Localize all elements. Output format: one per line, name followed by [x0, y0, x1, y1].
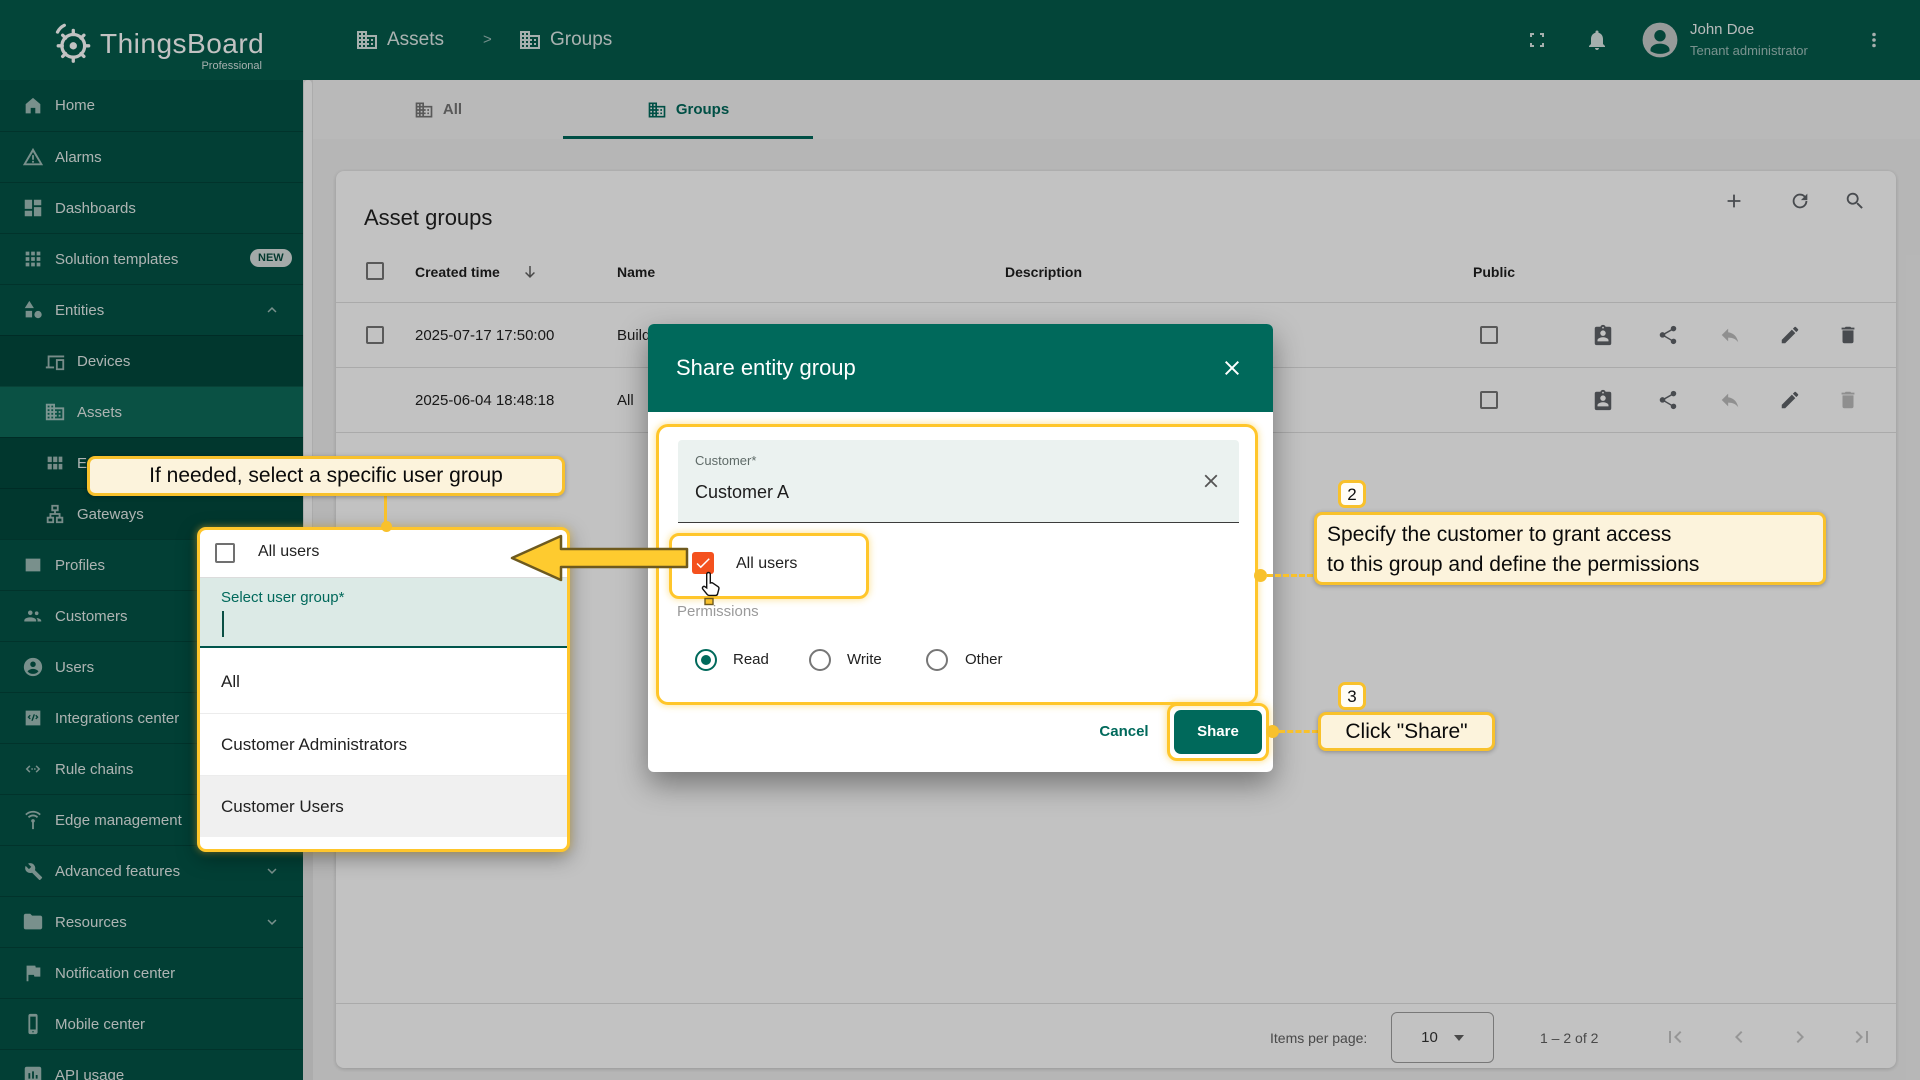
annotation-step2-number: 2: [1338, 480, 1366, 508]
select-user-group-field[interactable]: Select user group*: [200, 578, 567, 648]
close-icon[interactable]: [1220, 356, 1244, 380]
radio-read-label[interactable]: Read: [733, 649, 769, 671]
pointer-arrow: [503, 534, 693, 582]
radio-write[interactable]: [809, 649, 831, 671]
annotation-connector: [384, 496, 387, 524]
text-caret: [222, 611, 224, 637]
share-entity-group-dialog: Share entity group Customer* Customer A …: [648, 324, 1273, 772]
customer-field-label: Customer*: [695, 453, 756, 468]
radio-other-label[interactable]: Other: [965, 649, 1003, 671]
radio-write-label[interactable]: Write: [847, 649, 882, 671]
clear-icon[interactable]: [1200, 470, 1222, 492]
dialog-header: Share entity group: [648, 324, 1273, 412]
option-label: Customer Administrators: [221, 735, 407, 755]
option-customer-users[interactable]: Customer Users: [200, 775, 567, 837]
thingsboard-app: ThingsBoard Professional Assets > Groups…: [0, 0, 1920, 1080]
annotation-line: to this group and define the permissions: [1327, 550, 1813, 580]
annotation-step3: Click "Share": [1318, 712, 1495, 751]
customer-field-value: Customer A: [695, 482, 789, 503]
share-button-highlight: Share: [1167, 703, 1269, 761]
customer-field[interactable]: Customer* Customer A: [678, 440, 1239, 523]
annotation-step2: Specify the customer to grant access to …: [1314, 512, 1826, 585]
connector-dot: [1266, 725, 1279, 738]
option-all[interactable]: All: [200, 650, 567, 713]
annotation-connector: [1279, 730, 1318, 733]
annotation-connector: [1267, 574, 1313, 577]
annotation-step3-number: 3: [1338, 682, 1366, 710]
cancel-button[interactable]: Cancel: [1088, 718, 1160, 746]
connector-dot: [1254, 569, 1267, 582]
radio-read[interactable]: [695, 649, 717, 671]
hand-cursor-icon: [698, 570, 725, 606]
option-label: Customer Users: [221, 797, 344, 817]
select-user-group-label: Select user group*: [221, 589, 344, 606]
option-label: All: [221, 672, 240, 692]
dialog-title: Share entity group: [676, 355, 856, 381]
radio-other[interactable]: [926, 649, 948, 671]
annotation-line: Specify the customer to grant access: [1327, 520, 1813, 550]
annotation-step1: If needed, select a specific user group: [87, 456, 565, 496]
connector-dot: [381, 521, 392, 532]
option-customer-administrators[interactable]: Customer Administrators: [200, 713, 567, 775]
all-users-label: All users: [736, 553, 797, 575]
share-button[interactable]: Share: [1174, 710, 1262, 754]
all-users-checkbox[interactable]: [215, 543, 235, 563]
all-users-label: All users: [258, 543, 319, 561]
